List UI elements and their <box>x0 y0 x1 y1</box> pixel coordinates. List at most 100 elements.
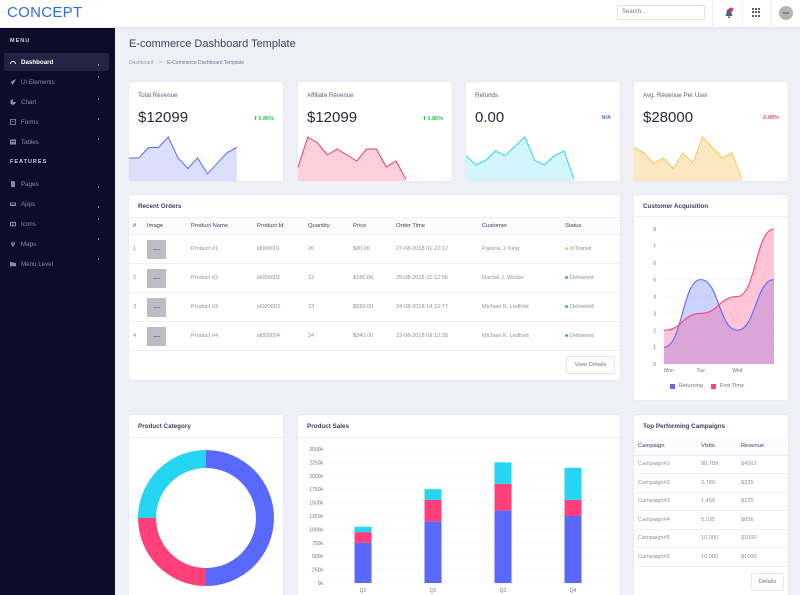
arrow-up-icon: 🠙 <box>423 116 426 122</box>
divider <box>742 0 743 28</box>
x-tick-label: Wed <box>732 368 742 374</box>
breadcrumb: Dashboard > E-Commerce Dashboard Templat… <box>129 60 244 66</box>
status-dot <box>565 247 568 251</box>
card-title: Customer Acquisition <box>643 203 709 210</box>
y-tick-label: 1750k <box>309 487 323 493</box>
table-row[interactable]: 3 Product #3 id000003 23 $820.00 24-08-2018 1… <box>129 292 620 322</box>
donut-slice-0 <box>206 450 274 586</box>
col-header: Image <box>147 217 191 235</box>
notification-bell-icon[interactable] <box>724 7 734 19</box>
apps-grid-icon[interactable] <box>752 8 761 17</box>
search-input[interactable]: Search.. <box>617 5 705 20</box>
bar-q1-series-1 <box>354 542 372 583</box>
bar-q2-series-3 <box>424 489 442 500</box>
table-row[interactable]: Campaign#1 98,789 $4563 <box>634 455 788 474</box>
sidebar-item-icons[interactable]: Icons <box>4 215 109 233</box>
bar-q4-series-2 <box>564 499 582 516</box>
y-tick-label: 0k <box>318 581 324 587</box>
col-header: Campaign <box>634 437 701 456</box>
cell: Campaign#1 <box>634 455 701 474</box>
cell-product-id: id000003 <box>257 292 308 322</box>
cell-status: InTransit <box>565 234 620 264</box>
table-row[interactable]: Campaign#5 10,000 $1000 <box>634 529 788 548</box>
x-tick-label: Tue <box>696 368 705 374</box>
chart-legend: Returning First Time <box>670 383 744 389</box>
sidebar-item-pages[interactable]: Pages <box>4 175 109 193</box>
y-tick-label: 5 <box>653 278 656 284</box>
kpi-delta: 🠙 5.86% <box>423 116 443 122</box>
cell-price: $820.00 <box>353 292 396 322</box>
sidebar-item-apps[interactable]: Apps <box>4 195 109 213</box>
y-tick-label: 7 <box>653 244 656 250</box>
bar-q1-series-3 <box>354 526 372 533</box>
status-badge: InTransit <box>570 246 592 252</box>
map-pin-icon <box>11 241 15 247</box>
kpi-value: $12099 <box>138 109 189 126</box>
sidebar-item-dashboard[interactable]: Dashboard <box>4 53 109 71</box>
customer-acquisition-chart: 0 1 2 3 4 5 6 7 8 Mon Tue Wed <box>653 227 775 374</box>
bar-q2-series-2 <box>424 499 442 522</box>
chevron-icon <box>97 118 99 120</box>
x-tick-label: Q1 <box>360 588 367 594</box>
chevron-icon <box>97 76 99 78</box>
breadcrumb-item-dashboard[interactable]: Dashboard <box>129 60 153 66</box>
y-tick-label: 2000k <box>309 474 323 480</box>
cell-quantity: 12 <box>308 263 353 293</box>
y-tick-label: 4 <box>653 295 656 301</box>
table-row[interactable]: Campaign#2 2,789 $325 <box>634 473 788 493</box>
cell: Campaign#4 <box>634 510 701 530</box>
table-row[interactable]: 2 Product #2 id000002 12 $180.00 25-08-2018 2… <box>129 263 620 293</box>
divider <box>129 437 283 438</box>
chevron-icon <box>97 238 99 240</box>
sidebar-item-label: Menu Level <box>21 260 53 268</box>
table-row[interactable]: 1 Product #1 id000001 20 $80.00 27-08-2018 01… <box>129 234 620 264</box>
user-avatar[interactable] <box>779 6 793 20</box>
col-header: Visits <box>701 437 741 456</box>
kpi-delta: N/A <box>601 115 611 121</box>
sidebar-item-ui-elements[interactable]: UI Elements <box>4 73 109 91</box>
bar-q2-series-1 <box>424 521 442 583</box>
product-image-placeholder <box>147 268 166 288</box>
legend-swatch-returning <box>670 383 675 389</box>
cell-order-time: 24-08-2018 14:12:77 <box>396 292 482 322</box>
cell-product-id: id000001 <box>257 234 308 264</box>
table-row[interactable]: Campaign#4 5,035 $856 <box>634 510 788 530</box>
table-row[interactable]: Campaign#3 1,459 $225 <box>634 492 788 511</box>
cell-order-time: 27-08-2018 01:22:12 <box>396 234 482 264</box>
cell-product-id: id000004 <box>257 321 308 351</box>
brand-logo[interactable]: CONCEPT <box>7 4 82 21</box>
table-row[interactable]: Campaign#5 10,000 $1000 <box>634 547 788 567</box>
campaigns-table: Campaign Visits Revenue Campaign#1 98,789… <box>634 437 788 567</box>
y-tick-label: 3 <box>653 311 656 317</box>
legend-label: Returning <box>679 383 703 389</box>
kpi-delta: -2.00% <box>761 115 779 121</box>
customer-acquisition-card: Customer Acquisition 0 1 2 3 4 5 6 7 8 Mon Tue Wed … <box>634 195 788 400</box>
cell-product-name: Product #4 <box>191 321 257 351</box>
cell-product-id: id000002 <box>257 263 308 293</box>
page-icon <box>11 181 15 187</box>
sidebar-item-forms[interactable]: Forms <box>4 113 109 131</box>
cell-product-name: Product #3 <box>191 292 257 322</box>
cell: $225 <box>741 492 788 511</box>
cell-quantity: 20 <box>308 234 353 264</box>
top-navbar: CONCEPT Search.. <box>0 0 800 28</box>
y-tick-label: 6 <box>653 261 656 267</box>
table-header-row: # Image Product Name Product Id Quantity… <box>129 217 620 235</box>
sidebar-item-tables[interactable]: Tables <box>4 133 109 151</box>
cell-index: 4 <box>129 321 147 351</box>
sidebar-item-chart[interactable]: Chart <box>4 93 109 111</box>
table-row[interactable]: 4 Product #4 id000004 34 $340.00 23-08-2018 0… <box>129 321 620 351</box>
sidebar-item-maps[interactable]: Maps <box>4 235 109 253</box>
product-category-card: Product Category <box>129 415 283 595</box>
status-badge: Delivered <box>570 275 594 281</box>
sidebar-item-label: Apps <box>21 200 36 208</box>
details-button[interactable]: Details <box>751 573 784 591</box>
sidebar-item-label: Pages <box>21 180 39 188</box>
view-details-button[interactable]: View Details <box>566 356 615 374</box>
chevron-icon <box>97 98 99 100</box>
sparkline-chart <box>466 136 575 181</box>
sidebar-item-label: Forms <box>21 118 39 126</box>
cell-order-time: 23-08-2018 09:12:35 <box>396 321 482 351</box>
kpi-label: Avg. Revenue Per User <box>643 92 708 99</box>
sidebar-item-menu-level[interactable]: Menu Level <box>4 255 109 273</box>
